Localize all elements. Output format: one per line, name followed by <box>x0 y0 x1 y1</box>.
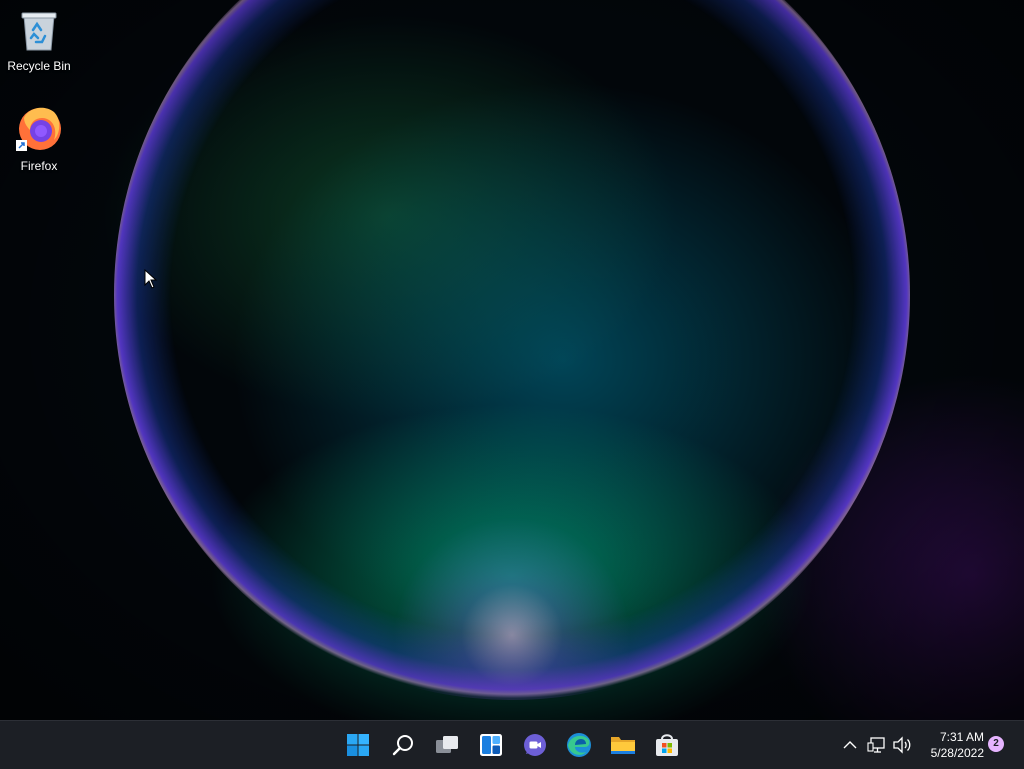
network-icon <box>867 737 885 753</box>
desktop-icon-label: Firefox <box>20 159 58 173</box>
chat-button[interactable] <box>518 729 552 761</box>
show-hidden-icons-button[interactable] <box>839 734 861 756</box>
task-view-icon <box>436 736 458 753</box>
widgets-button[interactable] <box>474 729 508 761</box>
firefox-icon <box>16 107 61 151</box>
clock-button[interactable]: 7:31 AM 5/28/2022 <box>918 729 984 761</box>
store-button[interactable] <box>650 729 684 761</box>
teams-chat-icon <box>524 734 546 756</box>
windows-start-icon <box>347 734 369 756</box>
file-explorer-button[interactable] <box>606 729 640 761</box>
recycle-bin-icon <box>21 12 57 51</box>
edge-button[interactable] <box>562 729 596 761</box>
notification-badge[interactable]: 2 <box>988 736 1004 752</box>
volume-button[interactable] <box>891 734 913 756</box>
start-button[interactable] <box>341 729 375 761</box>
taskbar: 7:31 AM 5/28/2022 <box>0 720 1024 769</box>
file-explorer-icon <box>611 737 635 754</box>
task-view-button[interactable] <box>430 729 464 761</box>
clock-time: 7:31 AM <box>939 730 984 744</box>
widgets-icon <box>480 734 502 756</box>
desktop-icon-recycle-bin[interactable]: Recycle Bin <box>1 8 77 73</box>
mouse-cursor-icon <box>144 269 158 289</box>
desktop-icon-label: Recycle Bin <box>7 59 71 73</box>
volume-icon <box>893 736 911 754</box>
desktop-icon-firefox[interactable]: Firefox <box>1 104 77 173</box>
wallpaper-vignette <box>0 0 1024 720</box>
edge-icon <box>567 733 591 757</box>
desktop-wallpaper: Recycle Bin Firefox <box>0 0 1024 720</box>
search-icon <box>392 735 413 756</box>
store-icon <box>656 734 678 756</box>
chevron-up-icon <box>843 741 857 749</box>
clock-date: 5/28/2022 <box>930 746 984 760</box>
search-button[interactable] <box>386 729 420 761</box>
network-button[interactable] <box>866 734 888 756</box>
